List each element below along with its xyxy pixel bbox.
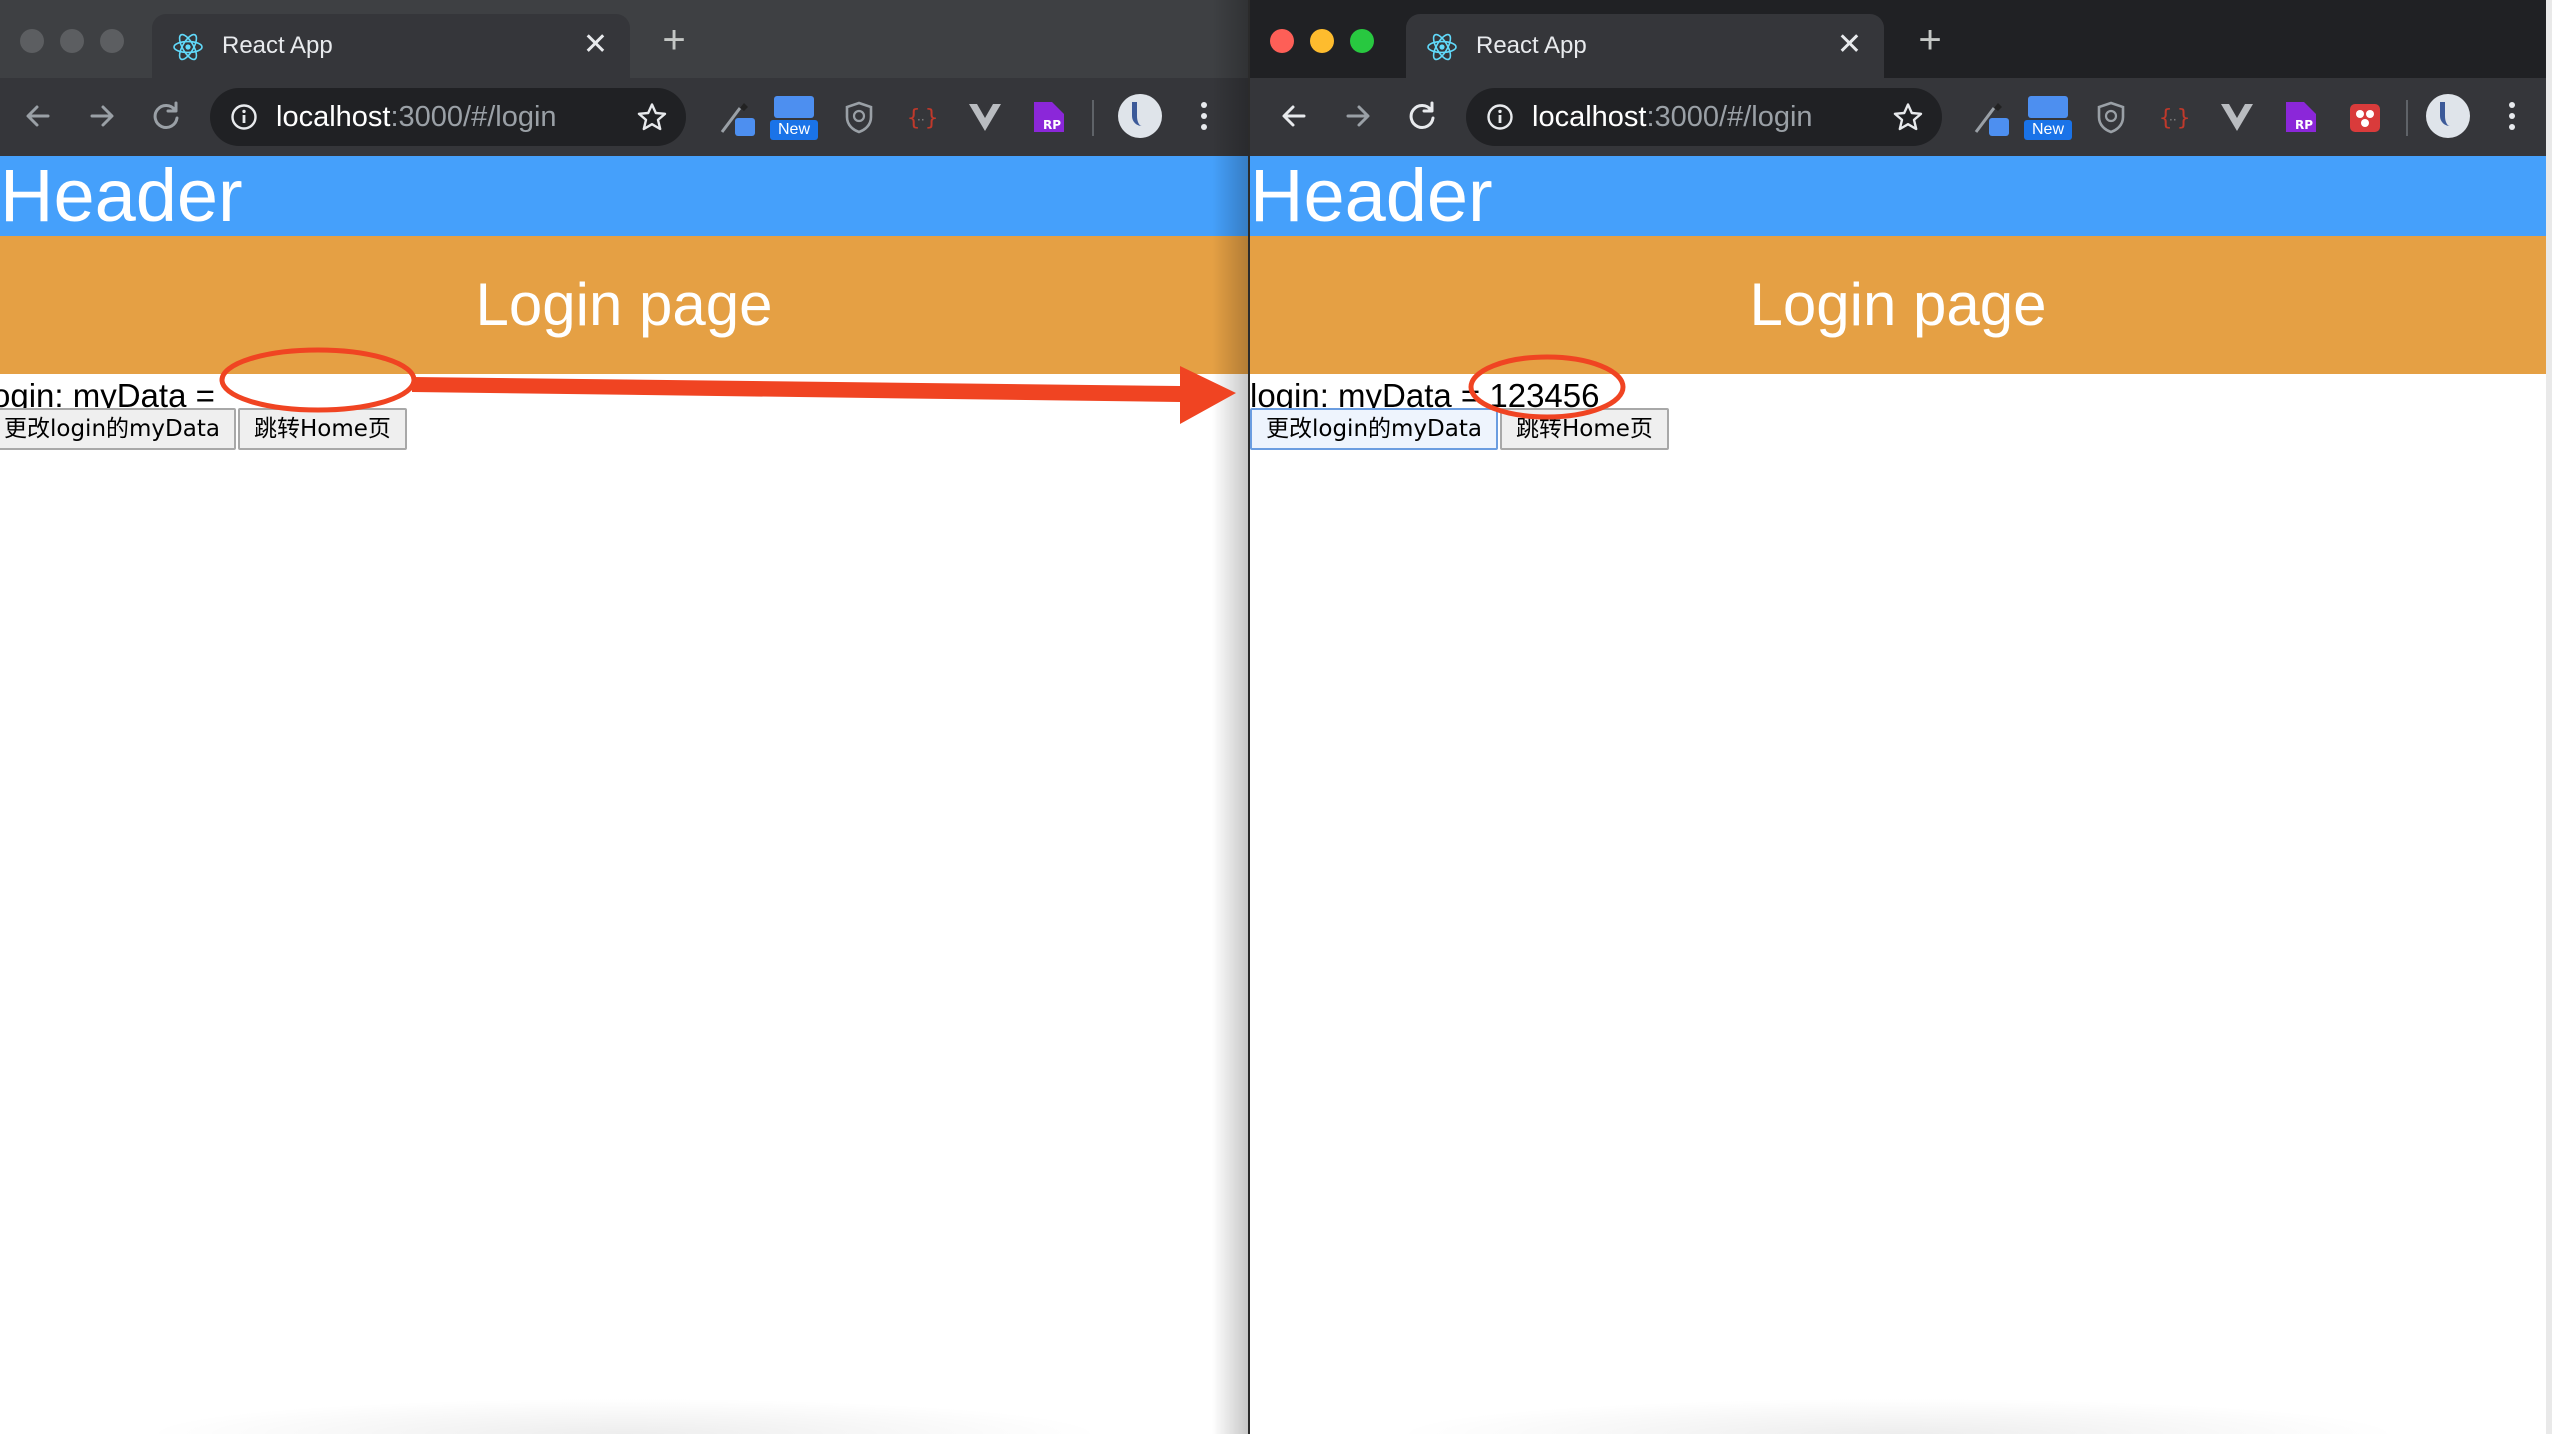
close-icon[interactable]: ✕ [583,28,608,62]
new-extension-icon[interactable]: New [770,96,818,144]
bottom-shadow [1390,1398,2406,1434]
avatar-icon[interactable] [2426,94,2470,138]
browser-toolbar: localhost:3000/#/login New {} ·· RP [0,78,1248,156]
button-row: 更改login的myData 跳转Home页 [1250,408,1671,450]
url-text: localhost:3000/#/login [1532,101,1813,134]
toolbar-separator [1092,100,1094,136]
screen-edge [2546,0,2552,1434]
new-extension-icon[interactable]: New [2024,96,2072,144]
app-header: Header [0,156,1248,236]
login-banner: Login page [1250,236,2546,374]
avatar-note [1132,102,1151,126]
back-arrow-icon[interactable] [1274,96,1314,136]
minimize-window-button[interactable] [1310,29,1334,53]
svg-text:··: ·· [917,113,925,127]
info-icon[interactable] [230,103,258,131]
url-path: :3000/#/login [1646,101,1813,133]
left-browser-window: React App ✕ + localhost:3000/#/login New… [0,0,1248,1434]
address-bar[interactable]: localhost:3000/#/login [1466,88,1942,146]
right-browser-window: React App ✕ + localhost:3000/#/login New… [1250,0,2546,1434]
new-badge: New [770,120,818,140]
info-icon[interactable] [1486,103,1514,131]
extension-box [2028,96,2068,118]
more-menu-icon[interactable] [2502,96,2522,136]
gift-extension-icon[interactable] [2346,98,2384,136]
web-page: Header Login page login: myData = 123456… [1250,156,2546,1434]
button-row: 更改login的myData 跳转Home页 [0,408,409,450]
pen-extension-icon[interactable] [718,98,756,136]
shield-extension-icon[interactable] [2092,98,2130,136]
maximize-window-button[interactable] [1350,29,1374,53]
svg-text:RP: RP [2295,118,2313,132]
shield-extension-icon[interactable] [840,98,878,136]
reload-icon[interactable] [146,96,186,136]
app-header: Header [1250,156,2546,236]
screenshot-stage: React App ✕ + localhost:3000/#/login New… [0,0,2552,1434]
close-window-button[interactable] [1270,29,1294,53]
browser-tab[interactable]: React App ✕ [1406,14,1884,78]
title-bar: React App ✕ + [0,0,1248,78]
url-host: localhost [1532,101,1647,133]
title-bar: React App ✕ + [1250,0,2546,78]
extension-box [774,96,814,118]
url-path: :3000/#/login [390,101,557,133]
bottom-shadow [140,1398,1108,1434]
react-logo-icon [173,33,203,61]
new-badge: New [2024,120,2072,140]
pen-extension-icon[interactable] [1972,98,2010,136]
svg-text:}: } [925,106,938,131]
url-text: localhost:3000/#/login [276,101,557,134]
url-host: localhost [276,101,391,133]
svg-text:}: } [2177,106,2190,131]
forward-arrow-icon[interactable] [82,96,122,136]
maximize-window-button[interactable] [100,29,124,53]
svg-text:RP: RP [1043,118,1061,132]
star-icon[interactable] [636,101,668,133]
change-mydata-button[interactable]: 更改login的myData [0,408,236,450]
react-logo-icon [1427,33,1457,61]
rp-extension-icon[interactable]: RP [1030,98,1068,136]
rp-extension-icon[interactable]: RP [2282,98,2320,136]
browser-tab[interactable]: React App ✕ [152,14,630,78]
change-mydata-button[interactable]: 更改login的myData [1250,408,1498,450]
svg-text:··: ·· [2169,113,2177,127]
vue-extension-icon[interactable] [2218,98,2256,136]
braces-extension-icon[interactable]: {} ·· [904,98,942,136]
back-arrow-icon[interactable] [18,96,58,136]
login-banner: Login page [0,236,1248,374]
web-page: Header Login page ogin: myData = 更改login… [0,156,1248,1434]
tab-title: React App [1476,32,1587,59]
avatar-note [2440,102,2459,126]
address-bar[interactable]: localhost:3000/#/login [210,88,686,146]
reload-icon[interactable] [1402,96,1442,136]
avatar-icon[interactable] [1118,94,1162,138]
tab-title: React App [222,32,333,59]
plus-icon[interactable]: + [1912,20,1948,60]
toolbar-separator [2406,100,2408,136]
plus-icon[interactable]: + [656,20,692,60]
forward-arrow-icon[interactable] [1338,96,1378,136]
more-menu-icon[interactable] [1194,96,1214,136]
star-icon[interactable] [1892,101,1924,133]
close-window-button[interactable] [20,29,44,53]
go-home-button[interactable]: 跳转Home页 [1499,408,1669,450]
go-home-button[interactable]: 跳转Home页 [237,408,407,450]
close-icon[interactable]: ✕ [1837,28,1862,62]
minimize-window-button[interactable] [60,29,84,53]
vue-extension-icon[interactable] [966,98,1004,136]
braces-extension-icon[interactable]: {} ·· [2156,98,2194,136]
browser-toolbar: localhost:3000/#/login New {} ·· RP [1250,78,2546,156]
